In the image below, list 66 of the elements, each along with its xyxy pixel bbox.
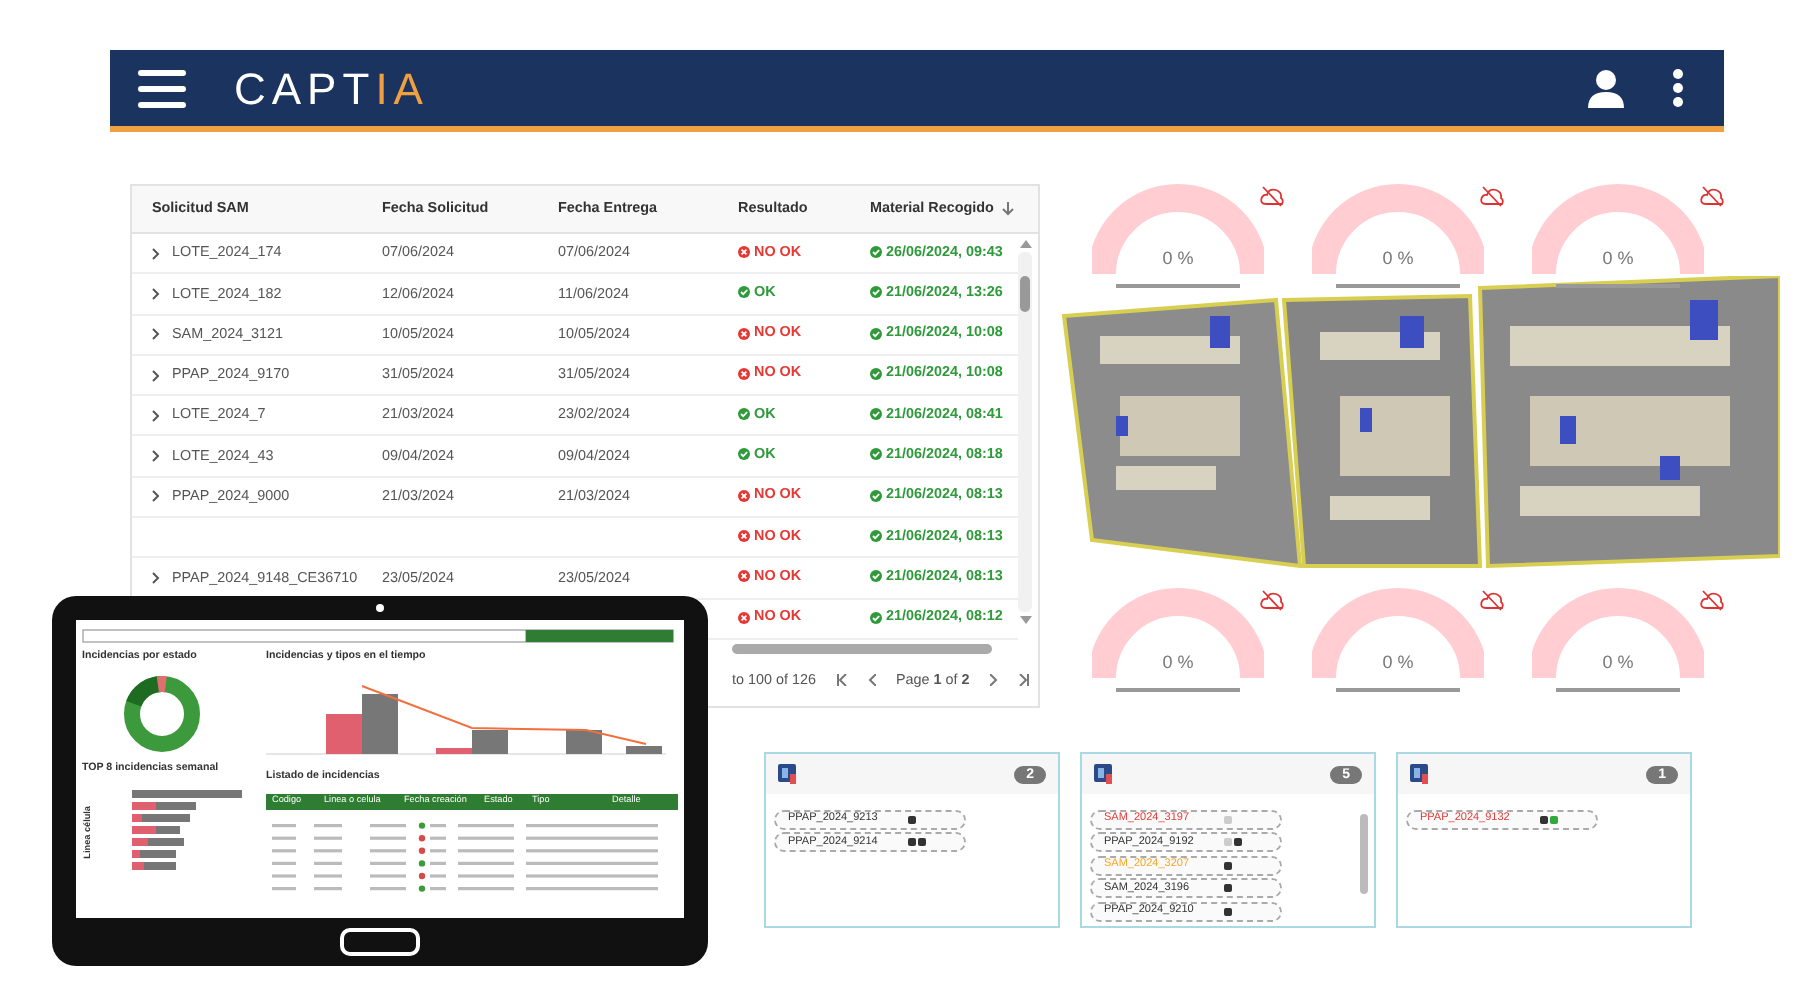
check-circle-icon [870,448,882,461]
expand-chevron-icon[interactable] [152,409,160,422]
error-circle-icon [738,530,750,543]
scroll-down-icon[interactable] [1019,616,1031,624]
previous-page-icon[interactable] [867,673,876,686]
cloud-off-icon [1700,184,1724,208]
check-circle-icon [738,448,750,461]
cloud-off-icon [1700,588,1724,612]
check-circle-icon [870,286,882,299]
menu-icon[interactable] [138,69,186,107]
check-circle-icon [738,408,750,421]
gauge-reading: 0 % [1602,248,1634,268]
machine-icon [1094,764,1114,784]
logo: CAPT IA [234,61,429,117]
gauge-reading: 0 % [1382,248,1414,268]
vertical-scrollbar[interactable] [1360,814,1368,894]
cloud-off-icon [1480,588,1504,612]
gauge-reading: 0 % [1162,652,1194,672]
donut-chart-drawing [122,673,202,754]
scroll-up-icon[interactable] [1019,240,1031,248]
machine-icon [1410,764,1430,784]
gauge-reading: 0 % [1162,248,1194,268]
next-page-icon[interactable] [989,673,998,686]
check-circle-icon [738,286,750,299]
home-button[interactable] [340,928,420,956]
user-icon[interactable] [1588,69,1624,107]
error-circle-icon [738,327,750,340]
error-circle-icon [738,367,750,380]
check-circle-icon [870,245,882,258]
gauge-baseline [1116,688,1240,692]
expand-chevron-icon[interactable] [152,328,160,341]
cloud-off-icon [1480,184,1504,208]
first-page-icon[interactable] [835,673,848,686]
gauge-baseline [1336,688,1460,692]
expand-chevron-icon[interactable] [152,572,160,585]
sort-descending-icon[interactable] [1001,201,1014,216]
gauge-reading: 0 % [1602,652,1634,672]
gauge-reading: 0 % [1382,652,1414,672]
check-circle-icon [870,530,882,543]
check-circle-icon [870,327,882,340]
more-options-icon[interactable] [1672,68,1684,108]
check-circle-icon [870,611,882,624]
expand-chevron-icon[interactable] [152,450,160,463]
vertical-scrollbar[interactable] [1018,252,1032,612]
check-circle-icon [870,570,882,583]
cloud-off-icon [1260,588,1284,612]
error-circle-icon [738,611,750,624]
error-circle-icon [738,489,750,502]
cloud-off-icon [1260,184,1284,208]
gauge-baseline [1116,284,1240,288]
horizontal-scrollbar[interactable] [732,643,992,654]
machine-icon [778,764,798,784]
error-circle-icon [738,245,750,258]
error-circle-icon [738,570,750,583]
check-circle-icon [870,367,882,380]
gauge-baseline [1336,284,1460,288]
gauge-baseline [1556,688,1680,692]
expand-chevron-icon[interactable] [152,247,160,260]
expand-chevron-icon[interactable] [152,369,160,382]
expand-chevron-icon[interactable] [152,490,160,503]
last-page-icon[interactable] [1017,673,1030,686]
check-circle-icon [870,408,882,421]
camera-dot [376,604,384,612]
check-circle-icon [870,489,882,502]
gauge-baseline [1556,284,1680,288]
expand-chevron-icon[interactable] [152,287,160,300]
